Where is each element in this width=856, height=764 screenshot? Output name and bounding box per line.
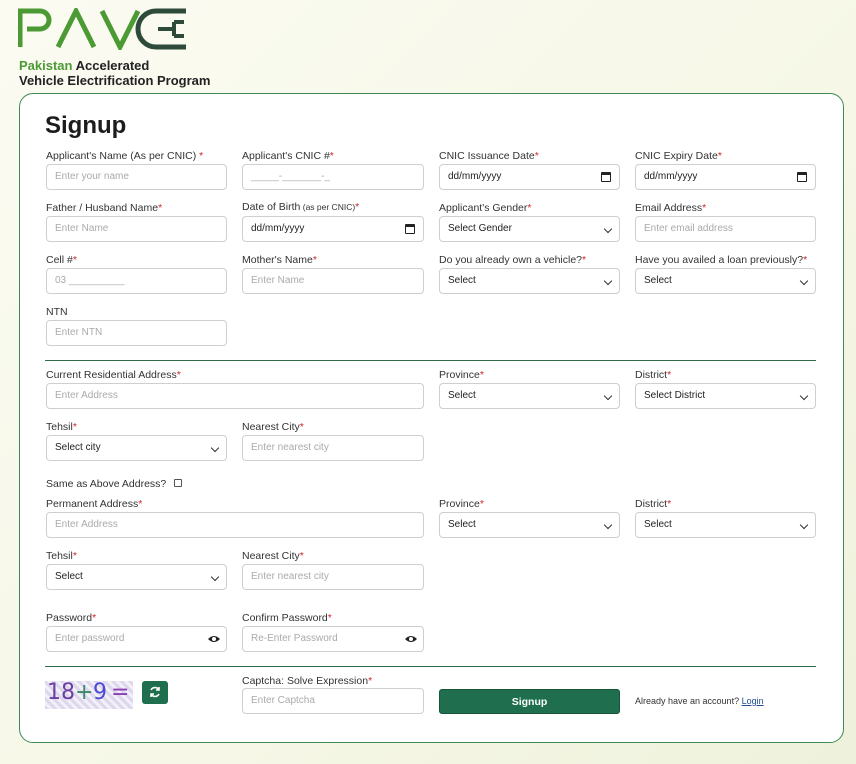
dob-input[interactable]: dd/mm/yyyy (242, 216, 424, 242)
district-label: District* (635, 369, 672, 381)
calendar-icon[interactable] (797, 172, 807, 182)
tehsil-label: Tehsil* (46, 550, 77, 562)
signup-button[interactable]: Signup (439, 689, 620, 714)
page-title: Signup (45, 112, 127, 139)
mother-name-input[interactable]: Enter Name (242, 268, 424, 294)
loan-before-select[interactable]: Select (635, 268, 816, 294)
tehsil-label: Tehsil* (46, 421, 77, 433)
chevron-down-icon (603, 391, 613, 401)
applicant-name-input[interactable]: Enter your name (46, 164, 227, 190)
brand-tagline-1: Pakistan Accelerated (19, 58, 150, 73)
chevron-down-icon (799, 391, 809, 401)
chevron-down-icon (799, 520, 809, 530)
cnic-label: Applicant's CNIC #* (242, 150, 334, 162)
loan-before-label: Have you availed a loan previously?* (635, 254, 808, 266)
permanent-province-select[interactable]: Select (439, 512, 620, 538)
district-select[interactable]: Select District (635, 383, 816, 409)
father-name-label: Father / Husband Name* (46, 202, 163, 214)
province-label: Province* (439, 498, 484, 510)
confirm-password-label: Confirm Password* (242, 612, 332, 624)
permanent-address-input[interactable]: Enter Address (46, 512, 424, 538)
captcha-input[interactable]: Enter Captcha (242, 688, 424, 714)
refresh-icon (150, 686, 160, 698)
gender-select[interactable]: Select Gender (439, 216, 620, 242)
cnic-expiry-label: CNIC Expiry Date* (635, 150, 722, 162)
eye-icon[interactable] (207, 632, 221, 646)
cell-label: Cell #* (46, 254, 77, 266)
password-label: Password* (46, 612, 97, 624)
email-label: Email Address* (635, 202, 707, 214)
cnic-issue-date-input[interactable]: dd/mm/yyyy (439, 164, 620, 190)
mother-name-label: Mother's Name* (242, 254, 317, 266)
chevron-down-icon (603, 224, 613, 234)
captcha-label: Captcha: Solve Expression* (242, 675, 373, 687)
nearest-city-label: Nearest City* (242, 421, 304, 433)
captcha-image: 18 + 9 = (45, 681, 133, 709)
nearest-city-input[interactable]: Enter nearest city (242, 435, 424, 461)
chevron-down-icon (210, 443, 220, 453)
permanent-district-select[interactable]: Select (635, 512, 816, 538)
district-label: District* (635, 498, 672, 510)
same-as-above-label: Same as Above Address? (46, 478, 167, 490)
ntn-input[interactable]: Enter NTN (46, 320, 227, 346)
own-vehicle-label: Do you already own a vehicle?* (439, 254, 587, 266)
permanent-address-label: Permanent Address* (46, 498, 143, 510)
signup-card: Signup Applicant's Name (As per CNIC) * … (19, 93, 844, 743)
calendar-icon[interactable] (405, 224, 415, 234)
login-link[interactable]: Login (742, 696, 764, 706)
gender-label: Applicant's Gender* (439, 202, 532, 214)
chevron-down-icon (799, 276, 809, 286)
father-name-input[interactable]: Enter Name (46, 216, 227, 242)
nearest-city-label: Nearest City* (242, 550, 304, 562)
brand-tagline-2: Vehicle Electrification Program (19, 73, 211, 88)
current-address-label: Current Residential Address* (46, 369, 181, 381)
province-select[interactable]: Select (439, 383, 620, 409)
password-input[interactable]: Enter password (46, 626, 227, 652)
pave-logo: Pakistan Accelerated Vehicle Electrifica… (18, 8, 258, 88)
dob-label: Date of Birth (as per CNIC)* (242, 201, 360, 213)
own-vehicle-select[interactable]: Select (439, 268, 620, 294)
permanent-nearest-city-input[interactable]: Enter nearest city (242, 564, 424, 590)
chevron-down-icon (210, 572, 220, 582)
pave-logo-mark (18, 8, 186, 50)
current-address-input[interactable]: Enter Address (46, 383, 424, 409)
already-have-account: Already have an account? Login (635, 696, 764, 706)
section-divider (45, 666, 816, 667)
cnic-input[interactable]: _____-_______-_ (242, 164, 424, 190)
applicant-name-label: Applicant's Name (As per CNIC) * (46, 150, 204, 162)
chevron-down-icon (603, 276, 613, 286)
eye-icon[interactable] (404, 632, 418, 646)
tehsil-select[interactable]: Select city (46, 435, 227, 461)
same-as-above-checkbox[interactable] (174, 479, 182, 487)
refresh-captcha-button[interactable] (142, 681, 168, 704)
calendar-icon[interactable] (601, 172, 611, 182)
permanent-tehsil-select[interactable]: Select (46, 564, 227, 590)
section-divider (45, 360, 816, 361)
cnic-expiry-date-input[interactable]: dd/mm/yyyy (635, 164, 816, 190)
ntn-label: NTN (46, 306, 68, 318)
province-label: Province* (439, 369, 484, 381)
email-input[interactable]: Enter email address (635, 216, 816, 242)
cell-input[interactable]: 03 __________ (46, 268, 227, 294)
chevron-down-icon (603, 520, 613, 530)
cnic-issue-label: CNIC Issuance Date* (439, 150, 539, 162)
confirm-password-input[interactable]: Re-Enter Password (242, 626, 424, 652)
